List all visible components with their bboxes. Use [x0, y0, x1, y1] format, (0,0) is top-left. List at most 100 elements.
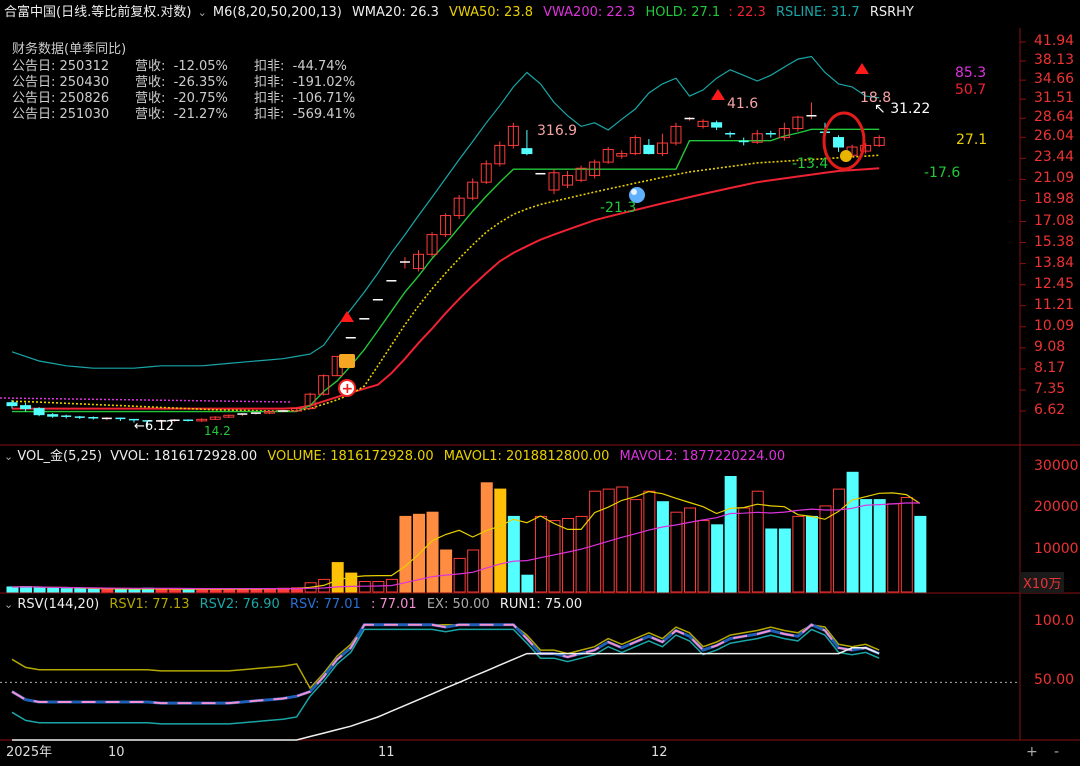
- rsv-axis-100: 100.0: [1034, 613, 1075, 629]
- volume-bar: [697, 520, 710, 593]
- volume-bar: [738, 507, 751, 593]
- label-507: 50.7: [955, 82, 987, 98]
- volume-bar: [711, 524, 724, 593]
- price-tick: 18.98: [1034, 191, 1075, 208]
- time-axis-nov: 11: [378, 745, 395, 760]
- price-tick: 17.08: [1034, 212, 1075, 229]
- high-3122-value: 31.22: [890, 101, 931, 117]
- volume-value: VOLUME: 1816172928.00: [267, 449, 434, 464]
- magenta-line: [0, 397, 291, 403]
- rsv2-value: RSV2: 76.90: [199, 597, 280, 612]
- volume-bar: [345, 572, 358, 593]
- volume-bar: [792, 515, 805, 593]
- vol-name[interactable]: VOL_金(5,25): [17, 449, 102, 464]
- volume-bar: [914, 515, 927, 593]
- volume-bar: [805, 515, 818, 593]
- time-axis-dec: 12: [651, 745, 668, 760]
- price-tick: 13.84: [1034, 254, 1075, 271]
- high-3122-label: ↖ 31.22: [874, 101, 931, 117]
- time-axis-year: 2025年: [6, 745, 53, 760]
- volume-bar: [684, 507, 696, 593]
- red-triangle-marker: [340, 311, 354, 322]
- rsv-header: ⌄ RSV(144,20) RSV1: 77.13 RSV2: 76.90 RS…: [4, 597, 582, 613]
- label-853: 85.3: [955, 65, 987, 81]
- candle-body: [6, 402, 18, 407]
- price-tick: 12.45: [1034, 275, 1075, 292]
- candle-body: [643, 144, 655, 155]
- vol-axis-20000: 20000: [1034, 499, 1079, 515]
- volume-bar: [507, 515, 520, 593]
- price-tick: 28.64: [1034, 109, 1075, 126]
- high-316-label: 316.9: [537, 123, 578, 139]
- label-271: 27.1: [956, 132, 988, 148]
- time-axis-oct: 10: [108, 745, 125, 760]
- rsv-axis-50: 50.00: [1034, 672, 1075, 688]
- red-triangle-marker: [711, 89, 725, 100]
- volume-bar: [873, 499, 886, 593]
- rsv-line: [11, 623, 880, 705]
- zoom-in-button[interactable]: +: [1026, 744, 1038, 760]
- price-tick: 15.38: [1034, 233, 1075, 250]
- candle-body: [33, 408, 45, 416]
- vol-axis-10000: 10000: [1034, 541, 1079, 557]
- volume-bar: [453, 557, 466, 593]
- volume-bar: [656, 501, 669, 593]
- money-bag-icon: [840, 150, 852, 162]
- price-tick: 10.09: [1034, 317, 1075, 334]
- price-tick: 7.35: [1034, 381, 1066, 398]
- volume-bar: [6, 586, 19, 593]
- chevron-down-icon[interactable]: ⌄: [4, 450, 13, 463]
- rsv-name[interactable]: RSV(144,20): [17, 597, 99, 612]
- volume-bar: [860, 499, 873, 593]
- vol-axis-30000: 30000: [1034, 458, 1079, 474]
- price-tick: 26.04: [1034, 128, 1075, 145]
- candle-body: [47, 414, 59, 417]
- label-176: -17.6: [924, 165, 961, 181]
- blue-ball-highlight: [631, 189, 637, 195]
- rsv1-value: RSV1: 77.13: [109, 597, 190, 612]
- volume-bar: [480, 482, 493, 593]
- price-tick: 11.21: [1034, 296, 1075, 313]
- rsv-value: RSV: 77.01: [289, 597, 361, 612]
- chevron-down-icon[interactable]: ⌄: [4, 598, 13, 611]
- volume-bar: [833, 488, 846, 593]
- mavol2-value: MAVOL2: 1877220224.00: [619, 449, 786, 464]
- rsv2-line: [11, 628, 880, 725]
- vvol-value: VVOL: 1816172928.00: [110, 449, 258, 464]
- red-triangle-marker: [855, 63, 869, 74]
- price-tick: 38.13: [1034, 52, 1075, 69]
- low-value-label: 14.2: [204, 424, 231, 438]
- volume-bar: [33, 586, 46, 593]
- vwa50-line: [11, 154, 880, 412]
- volume-unit: X10万: [1020, 572, 1065, 593]
- price-tick: 9.08: [1034, 338, 1066, 355]
- candle-body: [20, 405, 32, 410]
- mavol1-value: MAVOL1: 2018812800.00: [443, 449, 610, 464]
- volume-bar: [169, 588, 182, 593]
- volume-bar: [548, 520, 561, 593]
- volume-bar: [534, 515, 547, 593]
- volume-bar: [60, 588, 73, 593]
- volume-bar: [629, 499, 642, 593]
- price-tick: 41.94: [1034, 33, 1075, 49]
- bonus-icon: [339, 354, 355, 368]
- label-134: -13.4: [792, 156, 829, 172]
- candle-body: [711, 122, 723, 128]
- vwa200-line: [12, 167, 880, 410]
- volume-bar: [751, 490, 764, 593]
- volume-bar: [182, 588, 195, 593]
- label-213: -21.3: [600, 200, 637, 216]
- volume-bar: [887, 503, 900, 593]
- ex-value: EX: 50.00: [426, 597, 490, 612]
- volume-bar: [372, 581, 385, 593]
- rsv-value-b: : 77.01: [370, 597, 417, 612]
- volume-bar: [399, 515, 412, 593]
- price-tick: 8.17: [1034, 359, 1066, 376]
- hold-line: [12, 128, 880, 413]
- low-price-label: ←6.12: [134, 419, 174, 434]
- candle-body: [521, 148, 533, 155]
- zoom-out-button[interactable]: -: [1054, 744, 1059, 760]
- price-tick: 6.62: [1034, 402, 1066, 418]
- volume-bar: [196, 588, 209, 593]
- price-tick: 21.09: [1034, 170, 1075, 187]
